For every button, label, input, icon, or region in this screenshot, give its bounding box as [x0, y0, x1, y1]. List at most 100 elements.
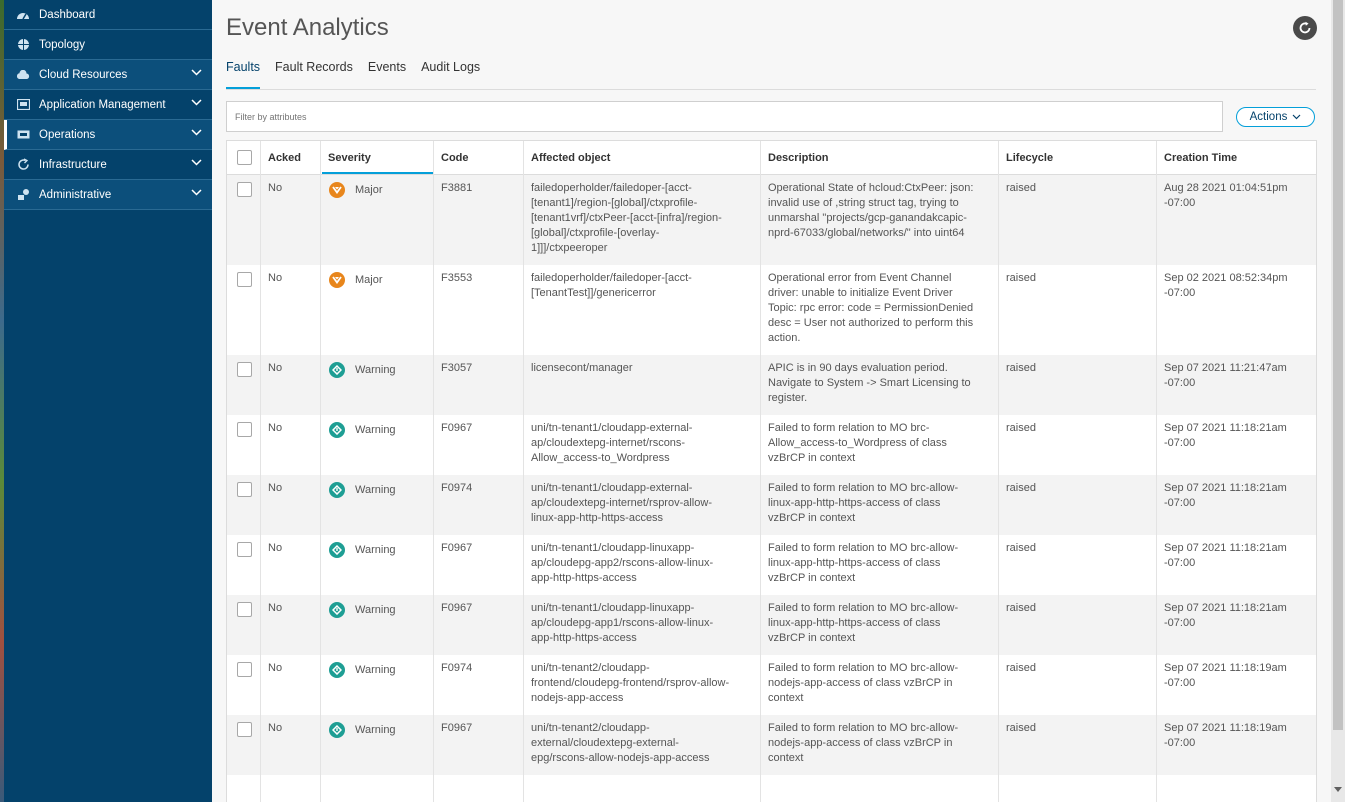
select-all-checkbox[interactable] [237, 150, 252, 165]
tab-audit-logs[interactable]: Audit Logs [421, 58, 480, 89]
table-row[interactable]: No Warning F0967 uni/tn-tenant1/cloudapp-li… [227, 535, 1316, 595]
severity-cell: Major [329, 272, 383, 288]
description-cell: Failed to form relation to MO brc-allow-… [768, 661, 996, 706]
sidebar-item-administrative[interactable]: Administrative [4, 180, 212, 210]
acked-cell: No [268, 272, 283, 284]
creation-time-line: Sep 07 2021 11:18:21am [1164, 602, 1287, 614]
sidebar-item-infrastructure[interactable]: Infrastructure [4, 150, 212, 180]
table-row[interactable]: No Warning F0974 uni/tn-tenant2/cloudapp-fr… [227, 655, 1316, 715]
code-cell: F0967 [441, 602, 473, 614]
table-row[interactable]: No Major F3881 failedoperholder/failedoper-… [227, 175, 1316, 265]
row-checkbox[interactable] [237, 272, 252, 287]
scroll-down-arrow-icon[interactable] [1334, 787, 1342, 792]
affected-object-line: ap/cloudepg-app2/rscons-allow-linux- [531, 557, 714, 569]
affected-object-line: failedoperholder/failedoper-[acct- [531, 272, 692, 284]
description-line: Failed to form relation to MO brc-allow- [768, 662, 959, 674]
description-line: vzBrCP in context [768, 512, 856, 524]
description-line: action. [768, 332, 801, 344]
lifecycle-cell: raised [1006, 662, 1036, 674]
column-header-creation-time[interactable]: Creation Time [1164, 141, 1237, 175]
description-line: vzBrCP in context [768, 632, 856, 644]
sidebar-item-dashboard[interactable]: Dashboard [4, 0, 212, 30]
affected-object-line: ap/cloudextepg-internet/rscons- [531, 437, 686, 449]
description-line: Navigate to System -> Smart Licensing to [768, 377, 971, 389]
row-checkbox[interactable] [237, 722, 252, 737]
column-header-description[interactable]: Description [768, 141, 829, 175]
severity-label: Warning [355, 604, 396, 616]
severity-cell: Warning [329, 662, 396, 678]
acked-cell: No [268, 602, 283, 614]
tab-events[interactable]: Events [368, 58, 406, 89]
actions-button[interactable]: Actions [1236, 107, 1315, 127]
affected-object-cell: licensecont/manager [531, 361, 756, 376]
affected-object-line: uni/tn-tenant1/cloudapp-external- [531, 482, 693, 494]
affected-object-line: frontend/cloudepg-frontend/rsprov-allow- [531, 677, 730, 689]
table-row[interactable]: No Major F3553 failedoperholder/failedoper-… [227, 265, 1316, 355]
operations-icon [15, 127, 31, 143]
row-checkbox[interactable] [237, 542, 252, 557]
lifecycle-cell: raised [1006, 602, 1036, 614]
acked-cell: No [268, 422, 283, 434]
table-row[interactable]: No Warning F3057 licensecont/manager APIC is… [227, 355, 1316, 415]
creation-time-line: Aug 28 2021 01:04:51pm [1164, 182, 1288, 194]
sidebar-item-topology[interactable]: Topology [4, 30, 212, 60]
dashboard-icon [15, 7, 31, 23]
creation-time-cell: Sep 07 2021 11:18:21am -07:00 [1164, 541, 1314, 571]
tab-faults[interactable]: Faults [226, 58, 261, 89]
refresh-button[interactable] [1293, 16, 1317, 40]
description-line: linux-app-http-https-access of class [768, 497, 941, 509]
lifecycle-cell: raised [1006, 362, 1036, 374]
faults-table: No Major F3881 failedoperholder/failedoper-… [226, 140, 1317, 802]
row-checkbox[interactable] [237, 182, 252, 197]
column-header-lifecycle[interactable]: Lifecycle [1006, 141, 1053, 175]
severity-cell: Warning [329, 722, 396, 738]
row-checkbox[interactable] [237, 362, 252, 377]
column-header-code[interactable]: Code [441, 141, 469, 175]
scrollbar-thumb[interactable] [1333, 0, 1343, 730]
table-row[interactable]: No Warning F0967 uni/tn-tenant1/cloudapp-li… [227, 595, 1316, 655]
description-line: vzBrCP in context [768, 572, 856, 584]
code-cell: F0974 [441, 662, 473, 674]
filter-input[interactable] [226, 101, 1223, 132]
creation-time-line: -07:00 [1164, 437, 1196, 449]
creation-time-line: -07:00 [1164, 197, 1196, 209]
sidebar-item-label: Application Management [39, 98, 166, 111]
main-content: Event Analytics Faults Fault Records Eve… [212, 0, 1331, 802]
column-header-severity[interactable]: Severity [328, 141, 371, 175]
description-line: driver: unable to initialize Event Drive… [768, 287, 953, 299]
affected-object-line: failedoperholder/failedoper-[acct- [531, 182, 692, 194]
affected-object-line: [tenant1vrf]/ctxPeer-[acct-[infra]/regio… [531, 212, 722, 224]
severity-label: Major [355, 274, 383, 286]
table-row[interactable]: No Warning F0974 uni/tn-tenant1/cloudapp-ex… [227, 475, 1316, 535]
row-checkbox[interactable] [237, 482, 252, 497]
page-scrollbar[interactable] [1331, 0, 1345, 802]
sidebar-item-application-management[interactable]: Application Management [4, 90, 212, 120]
sidebar-item-label: Infrastructure [39, 158, 107, 171]
description-line: Topic: rpc error: code = PermissionDenie… [768, 302, 974, 314]
description-cell: APIC is in 90 days evaluation period. Nav… [768, 361, 996, 406]
column-header-acked[interactable]: Acked [268, 141, 301, 175]
column-header-affected-object[interactable]: Affected object [531, 141, 610, 175]
lifecycle-cell: raised [1006, 272, 1036, 284]
major-severity-icon [329, 182, 345, 198]
tab-fault-records[interactable]: Fault Records [275, 58, 353, 89]
creation-time-line: -07:00 [1164, 497, 1196, 509]
warning-severity-icon [329, 542, 345, 558]
sidebar: Dashboard Topology Cloud Resources Appli… [4, 0, 212, 802]
row-checkbox[interactable] [237, 422, 252, 437]
affected-object-line: [TenantTest]]/genericerror [531, 287, 656, 299]
affected-object-line: [tenant1]/region-[global]/ctxprofile- [531, 197, 698, 209]
sidebar-item-operations[interactable]: Operations [4, 120, 212, 150]
row-checkbox[interactable] [237, 662, 252, 677]
affected-object-cell: uni/tn-tenant1/cloudapp-external-ap/clou… [531, 481, 756, 526]
sidebar-item-cloud-resources[interactable]: Cloud Resources [4, 60, 212, 90]
table-row[interactable]: No Warning F0967 uni/tn-tenant2/cloudapp-ex… [227, 715, 1316, 775]
affected-object-line: uni/tn-tenant1/cloudapp-linuxapp- [531, 602, 695, 614]
description-line: Operational error from Event Channel [768, 272, 952, 284]
warning-severity-icon [329, 362, 345, 378]
creation-time-line: Sep 07 2021 11:18:19am [1164, 722, 1287, 734]
severity-label: Warning [355, 364, 396, 376]
administrative-icon [15, 187, 31, 203]
table-row[interactable]: No Warning F0967 uni/tn-tenant1/cloudapp-ex… [227, 415, 1316, 475]
row-checkbox[interactable] [237, 602, 252, 617]
